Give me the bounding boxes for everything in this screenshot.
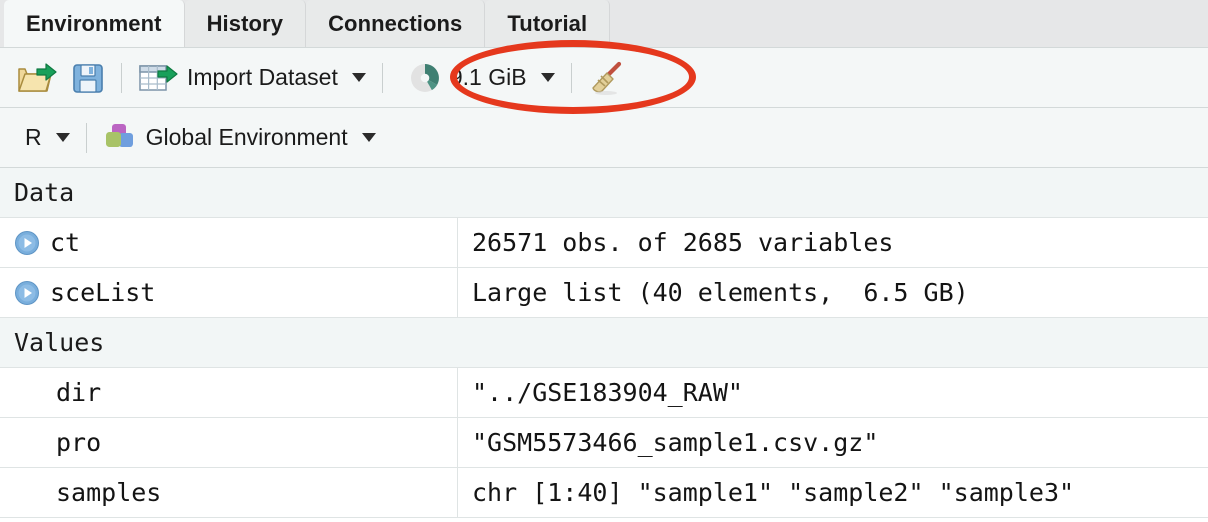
memory-pie-icon <box>410 63 439 92</box>
tab-connections-label: Connections <box>328 10 463 36</box>
object-name: sceList <box>50 278 156 307</box>
object-value-cell[interactable]: Large list (40 elements, 6.5 GB) <box>458 268 1208 317</box>
tab-tutorial-label: Tutorial <box>507 10 588 36</box>
import-table-icon <box>139 64 178 91</box>
language-label: R <box>25 124 42 150</box>
tab-environment[interactable]: Environment <box>4 0 185 47</box>
import-dataset-button[interactable]: Import Dataset <box>131 56 373 100</box>
tab-connections[interactable]: Connections <box>306 0 486 47</box>
object-name-cell[interactable]: sceList <box>0 268 458 317</box>
object-name: ct <box>50 228 81 257</box>
object-name: samples <box>56 478 162 507</box>
expand-triangle-icon[interactable] <box>14 280 40 306</box>
table-row[interactable]: ct 26571 obs. of 2685 variables <box>0 218 1208 268</box>
tab-bar-filler <box>610 0 1208 47</box>
clear-objects-button[interactable] <box>581 56 633 100</box>
section-title: Values <box>14 328 105 357</box>
table-row[interactable]: sceList Large list (40 elements, 6.5 GB) <box>0 268 1208 318</box>
toolbar-separator-2 <box>381 62 383 93</box>
chevron-down-icon[interactable] <box>351 73 366 82</box>
object-value: Large list (40 elements, 6.5 GB) <box>472 278 969 307</box>
object-value: chr [1:40] "sample1" "sample2" "sample3" <box>472 478 1075 507</box>
broom-icon <box>591 61 621 95</box>
environment-object-table: Data ct 26571 obs. of 2685 variables sce… <box>0 168 1208 522</box>
object-value-cell[interactable]: "GSM5573466_sample1.csv.gz" <box>458 418 1208 467</box>
object-value-cell[interactable]: 26571 obs. of 2685 variables <box>458 218 1208 267</box>
import-dataset-label: Import Dataset <box>187 64 338 90</box>
tab-tutorial[interactable]: Tutorial <box>485 0 611 47</box>
tab-environment-label: Environment <box>26 10 162 36</box>
tab-bar: Environment History Connections Tutorial <box>0 0 1208 48</box>
save-workspace-button[interactable] <box>64 56 112 100</box>
environment-cubes-icon <box>105 123 133 147</box>
object-value: "GSM5573466_sample1.csv.gz" <box>472 428 879 457</box>
section-title: Data <box>14 178 75 207</box>
load-workspace-button[interactable] <box>10 56 64 100</box>
chevron-down-icon[interactable] <box>540 73 555 82</box>
toolbar-separator-1 <box>121 62 122 93</box>
save-disk-icon <box>73 63 103 93</box>
object-value-cell[interactable]: "../GSE183904_RAW" <box>458 368 1208 417</box>
object-name-cell[interactable]: ct <box>0 218 458 267</box>
environment-selector[interactable]: Global Environment <box>96 116 383 160</box>
section-header-values: Values <box>0 318 1208 368</box>
table-row[interactable]: samples chr [1:40] "sample1" "sample2" "… <box>0 468 1208 518</box>
table-row[interactable]: pro "GSM5573466_sample1.csv.gz" <box>0 418 1208 468</box>
section-header-data: Data <box>0 168 1208 218</box>
table-row[interactable]: dir "../GSE183904_RAW" <box>0 368 1208 418</box>
object-value: "../GSE183904_RAW" <box>472 378 743 407</box>
primary-toolbar: Import Dataset 9.1 GiB <box>0 48 1208 108</box>
memory-usage-label: 9.1 GiB <box>449 64 527 90</box>
object-value-cell[interactable]: chr [1:40] "sample1" "sample2" "sample3" <box>458 468 1208 517</box>
toolbar-separator-3 <box>570 62 572 93</box>
secondary-toolbar: R Global Environment <box>0 108 1208 168</box>
memory-usage-button[interactable]: 9.1 GiB <box>402 56 562 100</box>
open-folder-icon <box>18 62 57 92</box>
environment-selector-label: Global Environment <box>145 124 348 150</box>
tab-history[interactable]: History <box>184 0 307 47</box>
environment-pane: Environment History Connections Tutorial <box>0 0 1208 522</box>
object-name-cell[interactable]: dir <box>0 368 458 417</box>
object-value: 26571 obs. of 2685 variables <box>472 228 894 257</box>
object-name-cell[interactable]: pro <box>0 418 458 467</box>
tab-history-label: History <box>206 10 284 36</box>
object-name: pro <box>56 428 102 457</box>
object-name: dir <box>56 378 102 407</box>
expand-triangle-icon[interactable] <box>14 230 40 256</box>
language-selector[interactable]: R <box>18 116 77 160</box>
toolbar-separator-4 <box>85 122 87 153</box>
object-name-cell[interactable]: samples <box>0 468 458 517</box>
chevron-down-icon[interactable] <box>55 133 70 142</box>
chevron-down-icon[interactable] <box>361 133 376 142</box>
